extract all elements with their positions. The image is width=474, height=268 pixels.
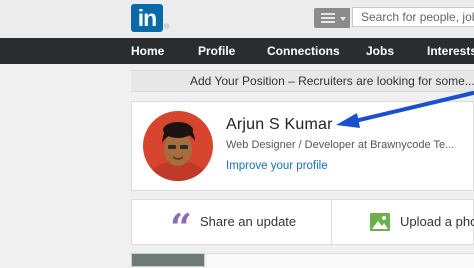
divider — [331, 200, 332, 244]
annotation-arrow — [336, 91, 474, 128]
linkedin-logo[interactable]: in — [131, 4, 163, 32]
profile-name[interactable]: Arjun S Kumar — [226, 116, 333, 134]
quote-icon: “ — [170, 205, 192, 250]
photo-icon — [370, 213, 390, 231]
avatar[interactable] — [143, 111, 213, 181]
nav-item-home[interactable]: Home — [131, 38, 164, 64]
registered-mark: ® — [164, 24, 170, 31]
search-input[interactable] — [352, 7, 474, 27]
nav-item-jobs[interactable]: Jobs — [366, 38, 394, 64]
profile-headline: Web Designer / Developer at Brawnycode T… — [226, 139, 455, 151]
upload-photo-button[interactable]: Upload a photo — [400, 214, 474, 229]
chevron-down-icon — [340, 17, 346, 21]
list-icon — [321, 13, 335, 25]
share-update-button[interactable]: Share an update — [200, 214, 296, 229]
feed-item — [207, 253, 474, 268]
logo-text: in — [137, 5, 157, 31]
top-header: in ® — [0, 0, 474, 39]
improve-profile-link[interactable]: Improve your profile — [226, 160, 328, 172]
search-category-button[interactable] — [314, 8, 350, 28]
nav-item-profile[interactable]: Profile — [198, 38, 235, 64]
nav-item-interests[interactable]: Interests — [427, 38, 474, 64]
share-box: “ Share an update Upload a photo — [131, 199, 474, 250]
nav-item-connections[interactable]: Connections — [267, 38, 340, 64]
main-nav: Home Profile Connections Jobs Interests — [0, 38, 474, 64]
feed-thumbnail[interactable] — [131, 253, 205, 267]
